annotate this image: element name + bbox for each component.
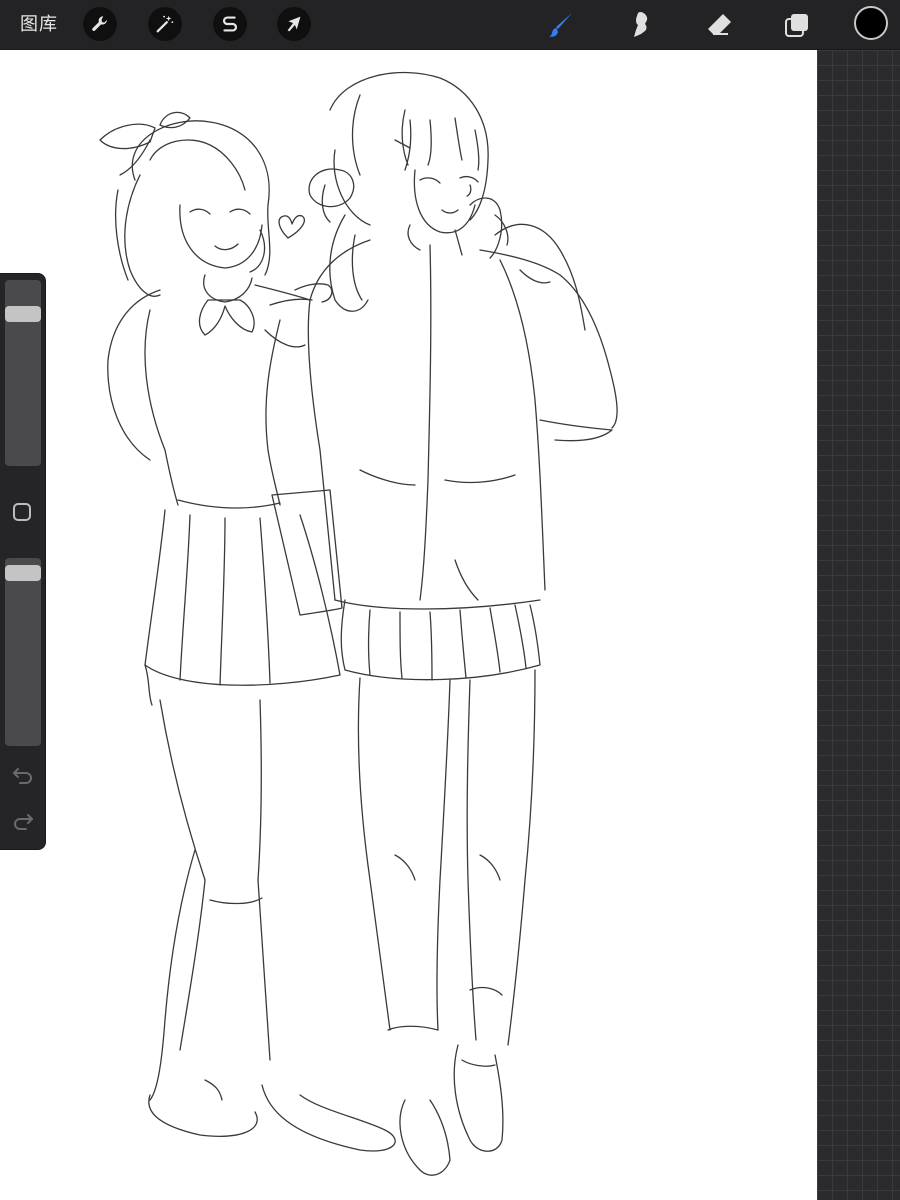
layers-button[interactable]	[780, 8, 814, 42]
brush-size-slider[interactable]	[5, 280, 41, 466]
brush-button[interactable]	[544, 8, 578, 42]
transform-button[interactable]	[277, 7, 311, 41]
smudge-button[interactable]	[624, 8, 658, 42]
top-toolbar: 图库	[0, 0, 900, 50]
undo-icon	[13, 768, 32, 784]
eraser-button[interactable]	[702, 8, 736, 42]
drawing-canvas[interactable]	[0, 50, 817, 1200]
eraser-icon	[708, 14, 731, 35]
smudge-icon	[634, 12, 648, 37]
brush-size-slider-thumb[interactable]	[5, 306, 41, 322]
cursor-arrow-icon	[287, 16, 301, 32]
brush-opacity-slider-thumb[interactable]	[5, 565, 41, 581]
left-sidebar	[0, 273, 46, 850]
actions-button[interactable]	[83, 7, 117, 41]
undo-button[interactable]	[10, 764, 36, 786]
brush-icon	[549, 13, 572, 37]
wrench-icon	[92, 16, 107, 31]
square-modifier-icon[interactable]	[13, 503, 31, 521]
brush-opacity-slider[interactable]	[5, 558, 41, 746]
magic-wand-icon	[156, 15, 174, 33]
redo-icon	[14, 814, 33, 830]
redo-button[interactable]	[10, 810, 36, 832]
selection-s-icon	[223, 16, 237, 32]
adjustments-button[interactable]	[148, 7, 182, 41]
layers-icon	[785, 14, 808, 37]
selection-button[interactable]	[213, 7, 247, 41]
pencil-sketch	[99, 71, 618, 1176]
gallery-button[interactable]: 图库	[20, 12, 58, 38]
color-swatch[interactable]	[854, 6, 888, 40]
workspace-grid-background	[817, 50, 900, 1200]
